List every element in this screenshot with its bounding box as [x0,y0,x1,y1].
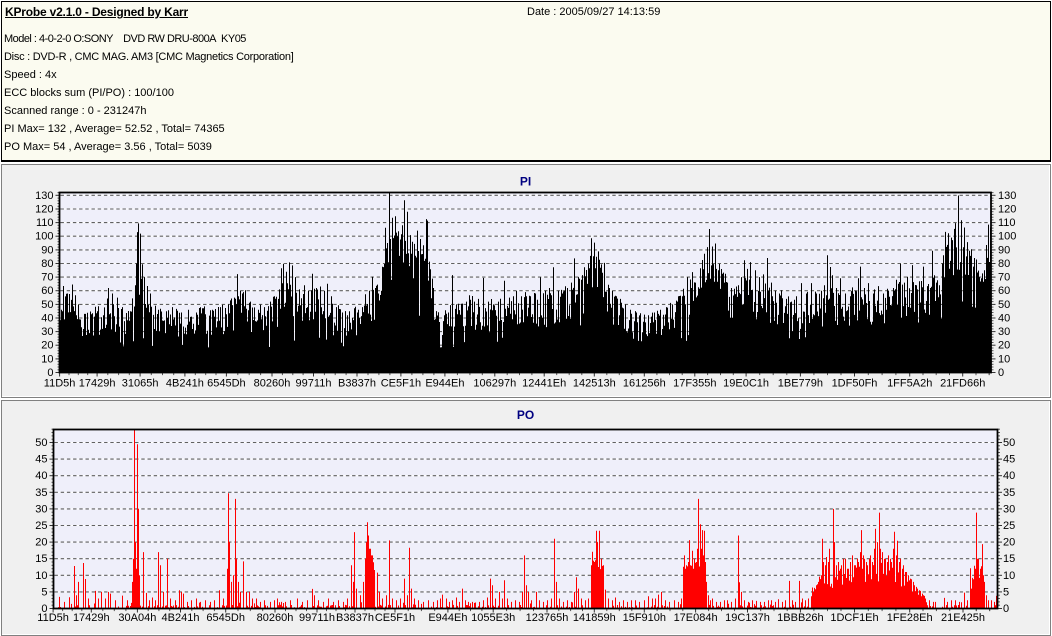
svg-text:21FD66h: 21FD66h [940,378,985,390]
svg-text:10: 10 [41,353,53,365]
svg-text:50: 50 [35,437,47,449]
svg-text:80: 80 [41,258,53,270]
svg-text:40: 40 [41,313,53,325]
svg-text:1BBB26h: 1BBB26h [777,612,823,624]
svg-text:30: 30 [1003,503,1015,515]
svg-text:50: 50 [1003,437,1015,449]
svg-text:11D5h: 11D5h [37,612,69,624]
svg-text:40: 40 [998,313,1010,325]
svg-text:141859h: 141859h [573,612,616,624]
svg-text:20: 20 [1003,537,1015,549]
svg-text:161256h: 161256h [623,378,666,390]
svg-text:90: 90 [998,244,1010,256]
svg-text:80: 80 [998,258,1010,270]
svg-text:12441Eh: 12441Eh [522,378,566,390]
svg-text:17F355h: 17F355h [673,378,716,390]
svg-text:PO: PO [517,408,534,422]
svg-text:110: 110 [998,217,1016,229]
svg-text:5: 5 [41,586,47,598]
svg-text:20: 20 [998,340,1010,352]
svg-text:10: 10 [35,570,47,582]
svg-text:15F910h: 15F910h [623,612,666,624]
svg-text:25: 25 [35,520,47,532]
svg-text:17E084h: 17E084h [674,612,718,624]
svg-text:CE5F1h: CE5F1h [375,612,415,624]
svg-text:70: 70 [41,272,53,284]
svg-text:20: 20 [41,340,53,352]
svg-text:17429h: 17429h [79,378,116,390]
svg-text:PI: PI [520,175,531,189]
svg-text:11D5h: 11D5h [44,378,76,390]
svg-text:15: 15 [1003,553,1015,565]
svg-text:15: 15 [35,553,47,565]
svg-text:30: 30 [35,503,47,515]
svg-text:CE5F1h: CE5F1h [381,378,421,390]
svg-text:0: 0 [998,367,1004,379]
svg-text:130: 130 [998,190,1016,202]
svg-text:17429h: 17429h [73,612,110,624]
svg-text:120: 120 [998,204,1016,216]
svg-text:130: 130 [35,190,53,202]
svg-text:50: 50 [998,299,1010,311]
svg-text:50: 50 [41,299,53,311]
svg-text:40: 40 [35,470,47,482]
svg-text:1055E3h: 1055E3h [471,612,515,624]
svg-text:E944Eh: E944Eh [428,612,467,624]
svg-text:4B241h: 4B241h [166,378,204,390]
svg-text:99711h: 99711h [299,612,335,624]
svg-text:10: 10 [998,353,1010,365]
svg-text:60: 60 [998,285,1010,297]
svg-text:30: 30 [41,326,53,338]
svg-text:31065h: 31065h [122,378,159,390]
svg-text:6545Dh: 6545Dh [207,378,246,390]
svg-text:6545Dh: 6545Dh [206,612,245,624]
svg-text:35: 35 [35,487,47,499]
svg-text:0: 0 [1003,603,1009,615]
svg-text:19E0C1h: 19E0C1h [723,378,769,390]
svg-text:21E425h: 21E425h [941,612,985,624]
svg-text:106297h: 106297h [473,378,516,390]
svg-text:90: 90 [41,244,53,256]
svg-text:1FF5A2h: 1FF5A2h [887,378,932,390]
svg-text:B3837h: B3837h [336,612,374,624]
svg-text:99711h: 99711h [296,378,332,390]
svg-text:110: 110 [36,217,54,229]
svg-text:45: 45 [35,454,47,466]
svg-text:5: 5 [1003,586,1009,598]
svg-text:100: 100 [35,231,53,243]
svg-text:80260h: 80260h [254,378,291,390]
svg-text:45: 45 [1003,454,1015,466]
svg-text:B3837h: B3837h [338,378,376,390]
svg-text:80260h: 80260h [257,612,294,624]
svg-text:60: 60 [41,285,53,297]
svg-text:1DCF1Eh: 1DCF1Eh [830,612,878,624]
svg-text:40: 40 [1003,470,1015,482]
svg-text:4B241h: 4B241h [162,612,200,624]
svg-text:E944Eh: E944Eh [425,378,464,390]
svg-text:1BE779h: 1BE779h [778,378,823,390]
svg-text:30: 30 [998,326,1010,338]
svg-text:1DF50Fh: 1DF50Fh [832,378,878,390]
svg-text:19C137h: 19C137h [725,612,770,624]
svg-text:30A04h: 30A04h [118,612,156,624]
svg-text:35: 35 [1003,487,1015,499]
svg-text:142513h: 142513h [573,378,616,390]
svg-text:25: 25 [1003,520,1015,532]
svg-text:1FE28Eh: 1FE28Eh [887,612,933,624]
svg-text:100: 100 [998,231,1016,243]
svg-text:120: 120 [35,204,53,216]
svg-text:70: 70 [998,272,1010,284]
svg-text:10: 10 [1003,570,1015,582]
svg-text:123765h: 123765h [526,612,569,624]
svg-text:20: 20 [35,537,47,549]
